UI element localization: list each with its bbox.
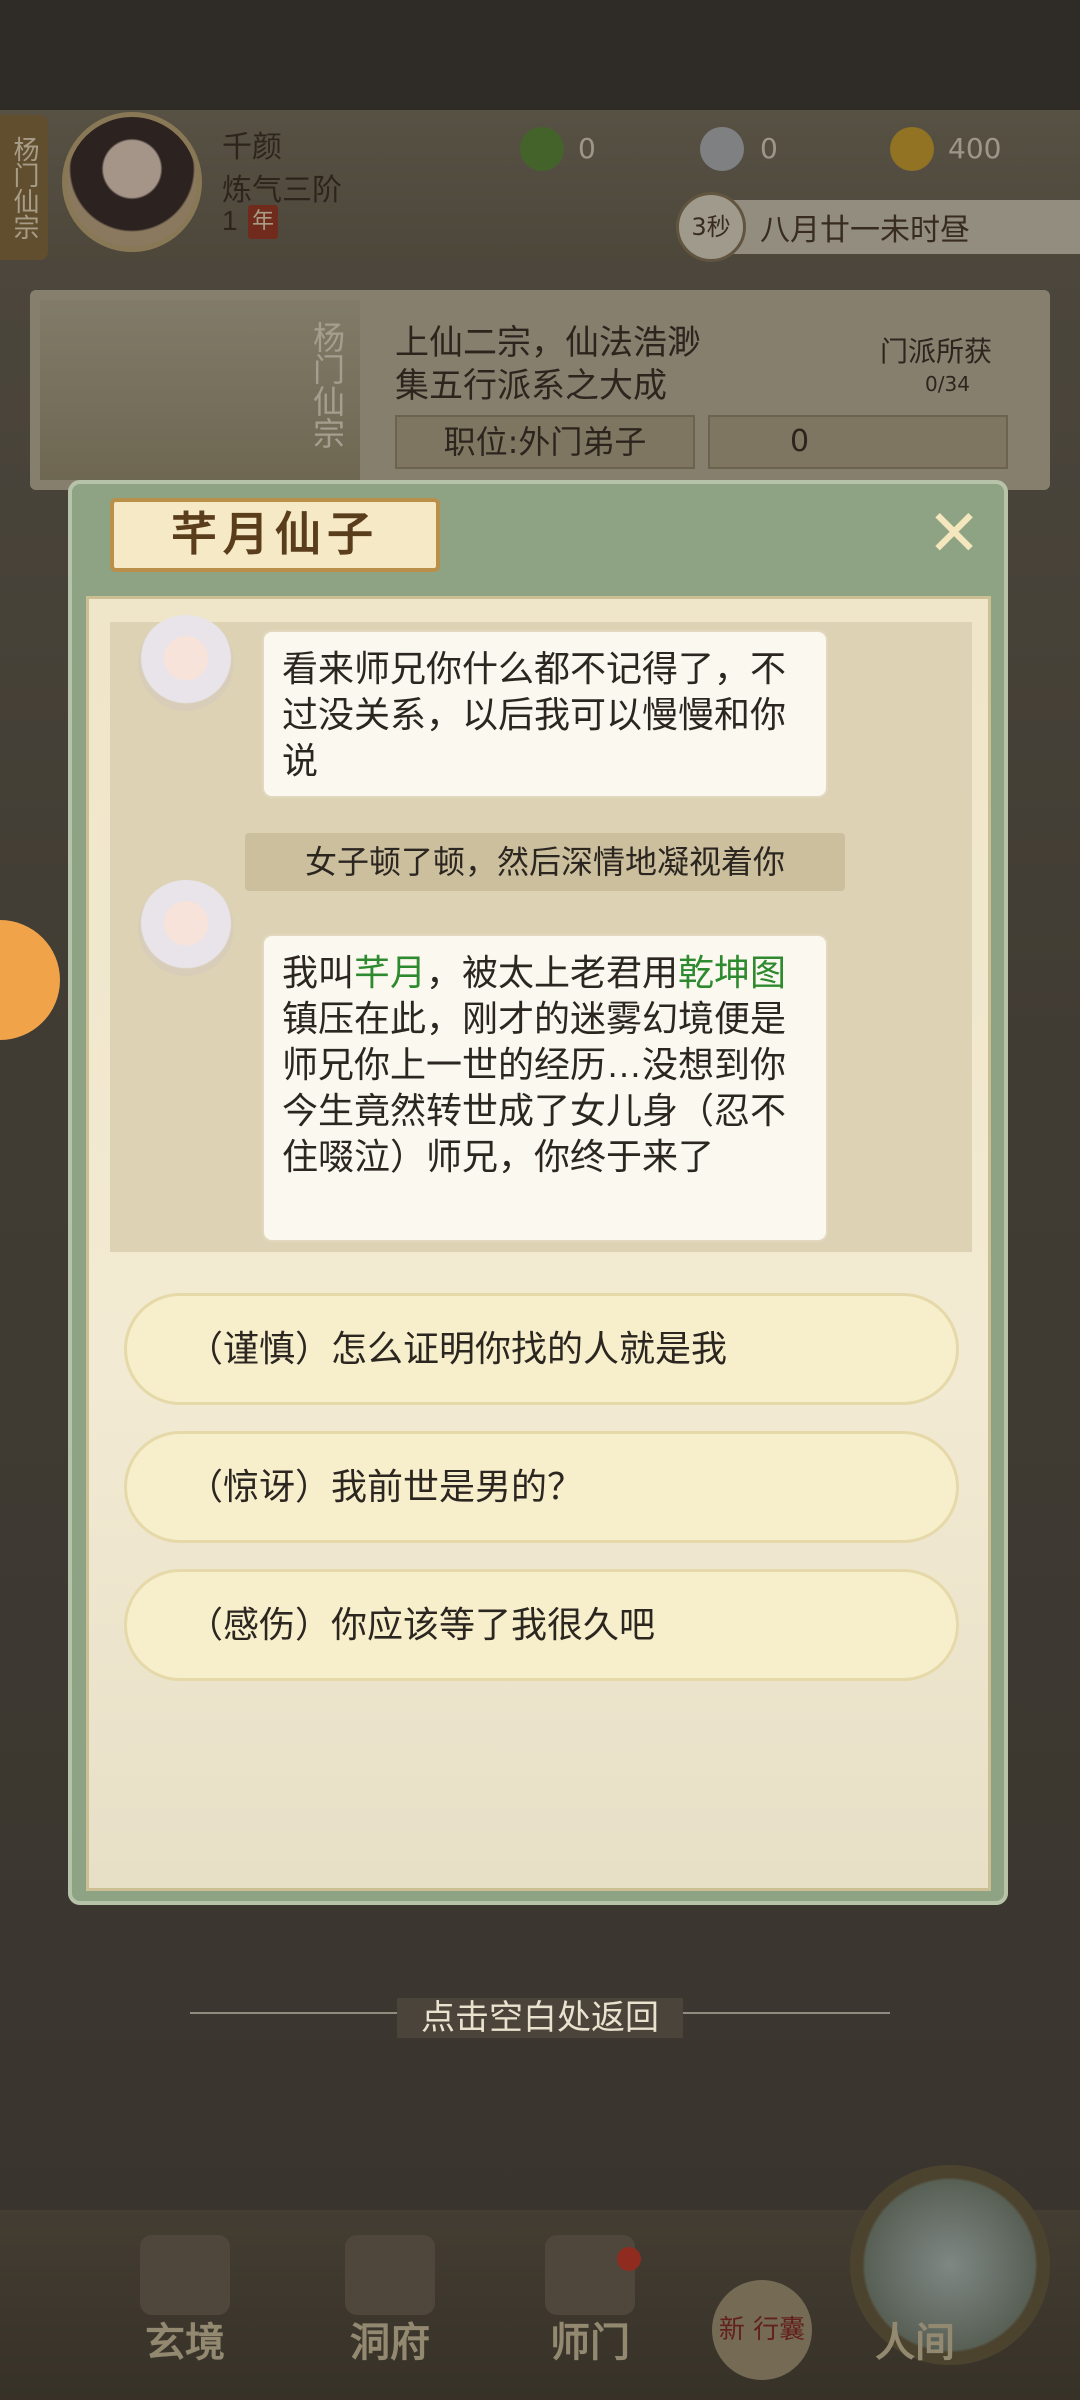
close-icon[interactable]: ✕ [920, 502, 988, 570]
dialog-option-3[interactable]: （感伤）你应该等了我很久吧 [124, 1569, 959, 1681]
message-text: ，被太上老君用 [426, 952, 679, 993]
chat-bubble: 我叫芊月，被太上老君用乾坤图镇压在此，刚才的迷雾幻境便是师兄你上一世的经历…没想… [262, 934, 828, 1242]
hint-text: 点击空白处返回 [397, 1998, 683, 2038]
status-bar [0, 0, 1080, 110]
message-highlight-name: 芊月 [354, 952, 427, 993]
dialog-option-1[interactable]: （谨慎）怎么证明你找的人就是我 [124, 1293, 959, 1405]
close-hint: 点击空白处返回 [0, 1990, 1080, 2039]
dialog-title: 芊月仙子 [110, 498, 440, 572]
message-highlight-item: 乾坤图 [678, 952, 787, 993]
npc-avatar [138, 880, 234, 976]
message-text: 我叫 [282, 952, 355, 993]
narration-text: 女子顿了顿，然后深情地凝视着你 [245, 833, 845, 891]
npc-avatar [138, 615, 234, 711]
message-text: 镇压在此，刚才的迷雾幻境便是师兄你上一世的经历…没想到你今生竟然转世成了女儿身（… [282, 998, 787, 1177]
dialog-option-2[interactable]: （惊讶）我前世是男的？ [124, 1431, 959, 1543]
chat-bubble: 看来师兄你什么都不记得了，不过没关系，以后我可以慢慢和你说 [262, 630, 828, 798]
